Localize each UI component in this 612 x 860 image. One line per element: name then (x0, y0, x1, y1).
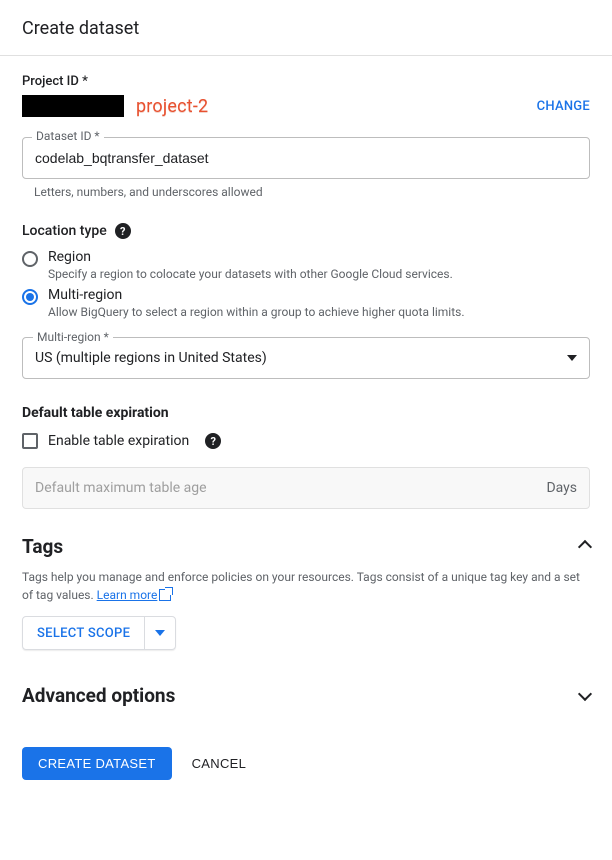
radio-circle-icon (22, 289, 38, 305)
project-id-label: Project ID (22, 74, 88, 89)
checkbox-icon (22, 433, 38, 449)
select-scope-label: SELECT SCOPE (23, 626, 144, 641)
select-scope-dropdown[interactable] (144, 617, 175, 649)
help-icon[interactable]: ? (205, 433, 221, 449)
tags-section-toggle[interactable]: Tags (22, 535, 590, 558)
location-type-label: Location type (22, 223, 107, 239)
dataset-id-input[interactable] (22, 137, 590, 179)
external-link-icon (159, 589, 171, 601)
tags-heading: Tags (22, 535, 63, 558)
chevron-down-icon (578, 686, 592, 700)
enable-expiration-label: Enable table expiration (48, 433, 189, 449)
chevron-down-icon (567, 355, 577, 361)
enable-expiration-checkbox[interactable]: Enable table expiration ? (22, 433, 590, 449)
select-scope-button[interactable]: SELECT SCOPE (22, 616, 176, 650)
multi-region-select[interactable]: Multi-region US (multiple regions in Uni… (22, 337, 590, 379)
radio-region-label: Region (48, 249, 453, 265)
max-age-input-disabled: Default maximum table age Days (22, 467, 590, 509)
project-id-value-redacted (22, 95, 124, 117)
radio-multi-region-label: Multi-region (48, 287, 465, 303)
cancel-button[interactable]: CANCEL (192, 756, 247, 771)
create-dataset-button[interactable]: CREATE DATASET (22, 747, 172, 780)
advanced-heading: Advanced options (22, 684, 175, 707)
change-project-button[interactable]: CHANGE (537, 99, 590, 114)
advanced-section-toggle[interactable]: Advanced options (22, 684, 590, 707)
multi-region-select-label: Multi-region (33, 330, 113, 344)
radio-multi-region-desc: Allow BigQuery to select a region within… (48, 305, 465, 319)
max-age-unit: Days (546, 480, 577, 496)
chevron-down-icon (155, 630, 165, 636)
radio-multi-region[interactable]: Multi-region Allow BigQuery to select a … (22, 287, 590, 319)
dataset-id-helper: Letters, numbers, and underscores allowe… (34, 185, 590, 199)
max-age-placeholder: Default maximum table age (35, 480, 207, 496)
multi-region-select-value: US (multiple regions in United States) (35, 350, 567, 366)
project-name: project-2 (136, 96, 208, 117)
dataset-id-field[interactable]: Dataset ID (22, 137, 590, 179)
tags-description: Tags help you manage and enforce policie… (22, 568, 590, 604)
radio-region-desc: Specify a region to colocate your datase… (48, 267, 453, 281)
dataset-id-label: Dataset ID (32, 129, 104, 143)
radio-region[interactable]: Region Specify a region to colocate your… (22, 249, 590, 281)
page-title: Create dataset (0, 0, 612, 55)
chevron-up-icon (578, 539, 592, 553)
radio-circle-icon (22, 251, 38, 267)
help-icon[interactable]: ? (115, 223, 131, 239)
default-expiration-heading: Default table expiration (22, 405, 590, 421)
tags-learn-more-link[interactable]: Learn more (97, 588, 172, 602)
